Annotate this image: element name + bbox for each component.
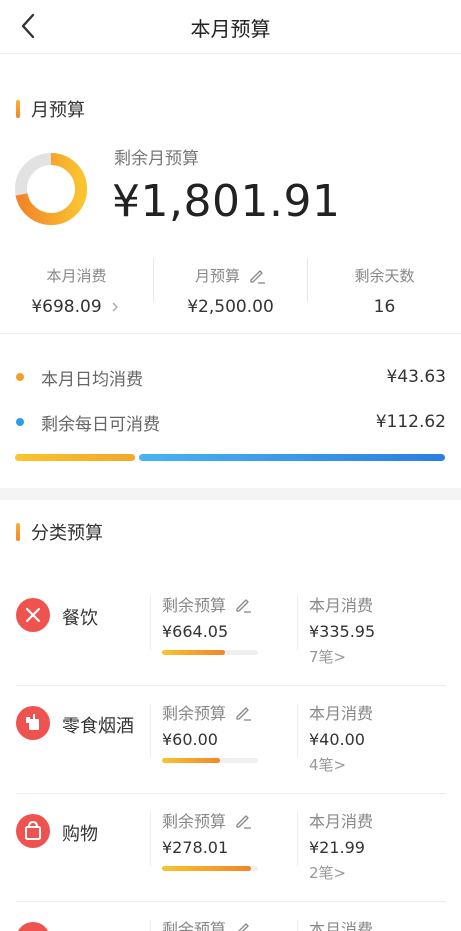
page-title: 本月预算 bbox=[190, 17, 271, 41]
nav-bar: 本月预算 bbox=[0, 0, 461, 54]
category-budget-title: 分类预算 bbox=[31, 523, 103, 544]
shopping-bag-icon bbox=[16, 814, 50, 848]
remaining-label-wrap: 剩余预算 bbox=[162, 700, 252, 724]
budget-donut-chart bbox=[15, 153, 87, 225]
section-marker bbox=[16, 523, 20, 541]
category-progress-track bbox=[162, 758, 258, 763]
daily-available-row: 剩余每日可消费 ¥112.62 bbox=[16, 409, 446, 435]
stat-label: 剩余天数 bbox=[354, 266, 415, 285]
transport-icon bbox=[16, 922, 50, 931]
category-progress-fill bbox=[162, 866, 251, 871]
stat-value-wrap: ¥698.09 bbox=[0, 296, 153, 318]
daily-average-label: 本月日均消费 bbox=[41, 369, 143, 390]
divider bbox=[297, 920, 298, 931]
daily-average-value: ¥43.63 bbox=[386, 367, 446, 387]
category-row-dining[interactable]: 餐饮 剩余预算 ¥664.05 本月消费 ¥335.95 7笔> bbox=[0, 578, 461, 686]
transaction-count-link[interactable]: 4笔> bbox=[309, 754, 346, 775]
remaining-label: 剩余预算 bbox=[162, 812, 227, 831]
remaining-budget-label: 剩余月预算 bbox=[114, 149, 199, 169]
remaining-label-wrap: 剩余预算 bbox=[162, 916, 252, 931]
snack-icon bbox=[16, 706, 50, 740]
remaining-label-wrap: 剩余预算 bbox=[162, 808, 252, 832]
daily-available-value: ¥112.62 bbox=[375, 412, 446, 432]
remaining-value: ¥60.00 bbox=[162, 730, 218, 749]
spent-label: 本月消费 bbox=[309, 596, 374, 615]
spent-value: ¥40.00 bbox=[309, 730, 365, 749]
utensils-icon bbox=[16, 598, 50, 632]
divider bbox=[0, 333, 461, 334]
category-progress-track bbox=[162, 866, 258, 871]
remaining-label-wrap: 剩余预算 bbox=[162, 592, 252, 616]
category-progress-fill bbox=[162, 650, 225, 655]
orange-dot-icon bbox=[16, 373, 24, 381]
budget-stats-row: 本月消费 ¥698.09 月预算 ¥2,500.00 剩余天数 16 bbox=[0, 256, 461, 334]
month-budget-header: 月预算 bbox=[16, 98, 85, 121]
spent-label: 本月消费 bbox=[309, 920, 374, 931]
category-row-snacks[interactable]: 零食烟酒 剩余预算 ¥60.00 本月消费 ¥40.00 4笔> bbox=[0, 686, 461, 794]
blue-dot-icon bbox=[16, 418, 24, 426]
edit-pencil-icon[interactable] bbox=[234, 595, 252, 613]
divider bbox=[150, 920, 151, 931]
remaining-label: 剩余预算 bbox=[162, 920, 227, 931]
stat-value: ¥2,500.00 bbox=[187, 297, 274, 317]
stat-label: 本月消费 bbox=[46, 266, 107, 285]
spent-value: ¥21.99 bbox=[309, 838, 365, 857]
category-budget-header: 分类预算 bbox=[16, 521, 103, 544]
daily-average-row: 本月日均消费 ¥43.63 bbox=[16, 364, 446, 390]
remaining-value: ¥278.01 bbox=[162, 838, 229, 857]
daily-available-label: 剩余每日可消费 bbox=[41, 414, 160, 435]
progress-remaining bbox=[139, 454, 445, 461]
transaction-count-link[interactable]: 7笔> bbox=[309, 646, 346, 667]
stat-value: 16 bbox=[373, 297, 396, 317]
chevron-right-icon bbox=[112, 302, 118, 312]
stat-days-left: 剩余天数 16 bbox=[308, 256, 461, 334]
edit-pencil-icon[interactable] bbox=[234, 811, 252, 829]
edit-pencil-icon[interactable] bbox=[234, 919, 252, 931]
divider bbox=[150, 596, 151, 650]
category-row-shopping[interactable]: 购物 剩余预算 ¥278.01 本月消费 ¥21.99 2笔> bbox=[0, 794, 461, 902]
stat-month-budget[interactable]: 月预算 ¥2,500.00 bbox=[154, 256, 307, 334]
category-progress-track bbox=[162, 650, 258, 655]
spent-value: ¥335.95 bbox=[309, 622, 376, 641]
category-row-transport[interactable]: 交通 剩余预算 本月消费 bbox=[0, 902, 461, 931]
stat-month-spent[interactable]: 本月消费 ¥698.09 bbox=[0, 256, 153, 334]
divider bbox=[297, 812, 298, 866]
spent-label: 本月消费 bbox=[309, 704, 374, 723]
remaining-budget-amount: ¥1,801.91 bbox=[112, 176, 341, 227]
stat-label-wrap: 月预算 bbox=[154, 264, 307, 286]
stat-value: ¥698.09 bbox=[31, 297, 102, 317]
category-progress-fill bbox=[162, 758, 220, 763]
stat-label: 月预算 bbox=[194, 266, 240, 285]
transaction-count-link[interactable]: 2笔> bbox=[309, 862, 346, 883]
budget-progress-bar bbox=[15, 454, 445, 461]
spent-label: 本月消费 bbox=[309, 812, 374, 831]
divider bbox=[297, 704, 298, 758]
remaining-value: ¥664.05 bbox=[162, 622, 229, 641]
category-name: 餐饮 bbox=[62, 608, 98, 629]
remaining-label: 剩余预算 bbox=[162, 704, 227, 723]
category-name: 购物 bbox=[62, 824, 98, 845]
divider bbox=[297, 596, 298, 650]
divider bbox=[150, 812, 151, 866]
section-gap bbox=[0, 488, 461, 500]
edit-pencil-icon[interactable] bbox=[234, 703, 252, 721]
progress-used bbox=[15, 454, 135, 461]
remaining-label: 剩余预算 bbox=[162, 596, 227, 615]
edit-pencil-icon[interactable] bbox=[248, 266, 266, 284]
section-marker bbox=[16, 100, 20, 118]
divider bbox=[150, 704, 151, 758]
month-budget-title: 月预算 bbox=[31, 100, 85, 121]
category-name: 零食烟酒 bbox=[62, 716, 134, 737]
